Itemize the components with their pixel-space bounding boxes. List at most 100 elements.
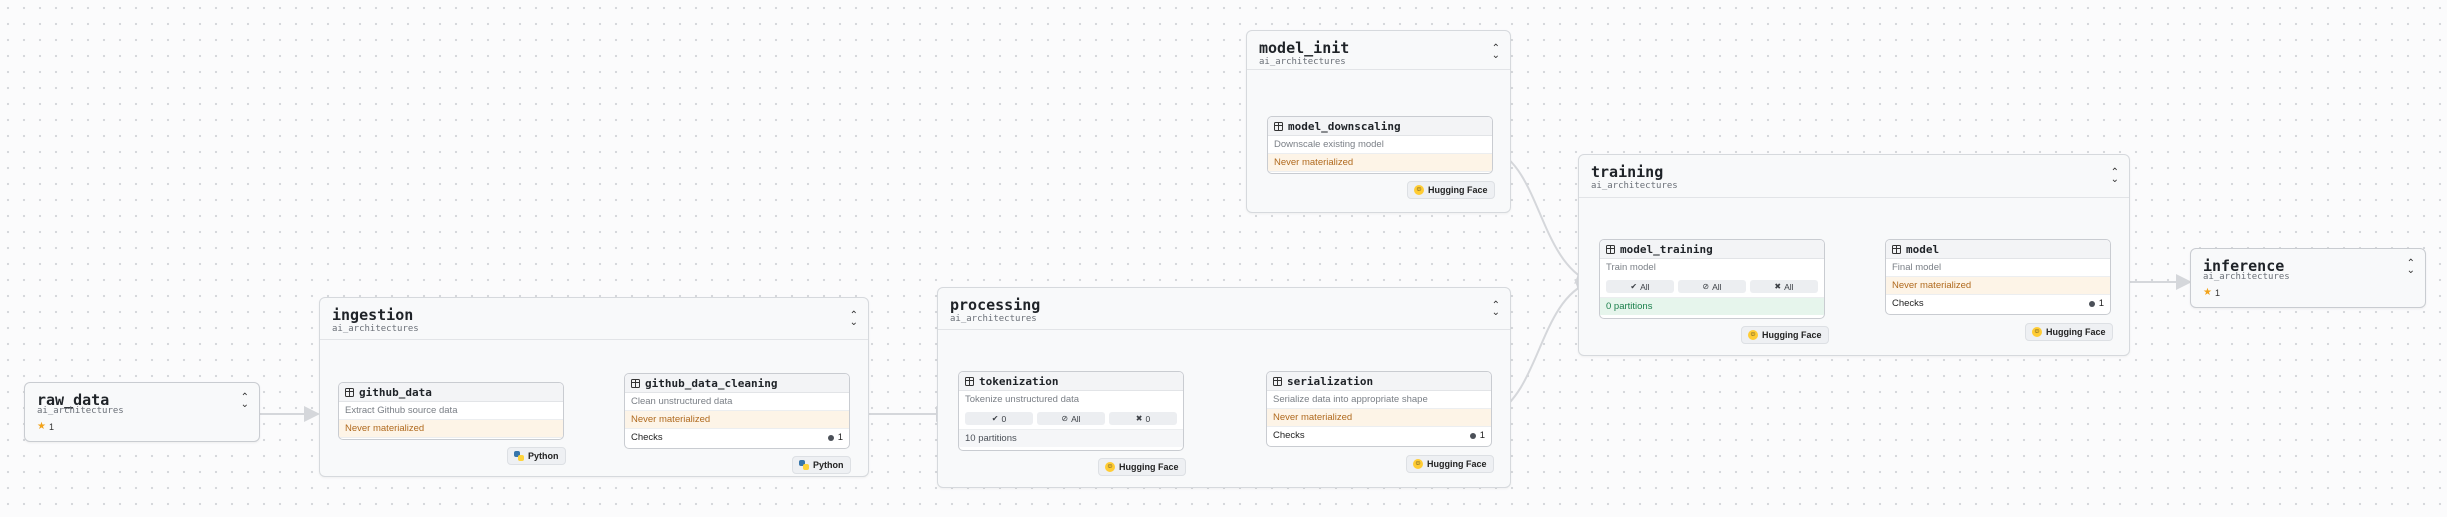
check-status-icon <box>1469 432 1476 439</box>
asset-status: Never materialized <box>339 420 563 438</box>
check-circle-icon: ✔ <box>991 414 999 423</box>
group-training[interactable]: training ai_architectures ⌃ ⌄ model_train… <box>1578 154 2130 356</box>
compute-kind-tag: ☺ Hugging Face <box>1741 326 1829 344</box>
hugging-face-icon: ☺ <box>1748 330 1758 340</box>
asset-header: github_data_cleaning <box>625 374 849 393</box>
stat-materialized[interactable]: ✔ 0 <box>965 412 1033 425</box>
compute-kind-tag: ☺ Hugging Face <box>2025 323 2113 341</box>
group-header: processing ai_architectures ⌃ ⌄ <box>938 288 1510 330</box>
hugging-face-icon: ☺ <box>1414 185 1424 195</box>
compute-kind-tag: Python <box>507 447 566 465</box>
asset-header: model_downscaling <box>1268 117 1492 136</box>
table-icon <box>1274 121 1283 131</box>
asset-description: Tokenize unstructured data <box>965 394 1080 405</box>
group-processing[interactable]: processing ai_architectures ⌃ ⌄ tokenizat… <box>937 287 1511 488</box>
python-icon <box>799 460 809 470</box>
group-header: training ai_architectures ⌃ ⌄ <box>1579 155 2129 198</box>
star-icon: ★ <box>2203 287 2212 298</box>
asset-name: model_training <box>1620 242 1713 256</box>
stat-failed[interactable]: ✖ All <box>1750 280 1818 293</box>
group-model-init[interactable]: model_init ai_architectures ⌃ ⌄ model_dow… <box>1246 30 1511 213</box>
asset-description: Serialize data into appropriate shape <box>1267 391 1491 409</box>
table-icon <box>1892 244 1901 254</box>
star-icon: ★ <box>37 421 46 432</box>
asset-github-data-cleaning[interactable]: github_data_cleaning Clean unstructured … <box>624 373 850 449</box>
hugging-face-icon: ☺ <box>1413 459 1423 469</box>
asset-status: Never materialized <box>1886 277 2110 295</box>
asset-model[interactable]: model Final model Never materialized Che… <box>1885 239 2111 315</box>
missing-icon: ⊘ <box>1061 414 1069 423</box>
group-subtitle: ai_architectures <box>332 324 419 334</box>
partition-stats: ✔ 0 ⊘ All ✖ 0 <box>959 408 1183 430</box>
expand-toggle-icon[interactable]: ⌃ ⌄ <box>241 393 249 410</box>
group-header: ingestion ai_architectures ⌃ ⌄ <box>320 298 868 340</box>
asset-github-data[interactable]: github_data Extract Github source data N… <box>338 382 564 440</box>
group-ingestion[interactable]: ingestion ai_architectures ⌃ ⌄ github_dat… <box>319 297 869 477</box>
table-icon <box>965 376 974 386</box>
asset-model-training[interactable]: model_training Train model ✔ All ⊘ All ✖ Al… <box>1599 239 1825 319</box>
compute-kind-tag: ☺ Hugging Face <box>1406 455 1494 473</box>
group-title: model_init <box>1259 39 1350 57</box>
asset-status: Never materialized <box>1268 154 1492 172</box>
group-header: model_init ai_architectures ⌃ ⌄ <box>1247 31 1510 70</box>
error-icon: ✖ <box>1135 414 1143 423</box>
table-icon <box>1273 376 1282 386</box>
partitions-count: 10 partitions <box>959 430 1183 447</box>
table-icon <box>1606 244 1615 254</box>
asset-status: Never materialized <box>625 411 849 429</box>
hugging-face-icon: ☺ <box>1105 462 1115 472</box>
asset-header: model_training <box>1600 240 1824 259</box>
asset-checks[interactable]: Checks 1 <box>1267 427 1491 444</box>
asset-header: model <box>1886 240 2110 259</box>
table-icon <box>345 387 354 397</box>
collapse-toggle-icon[interactable]: ⌃ ⌄ <box>1492 301 1500 318</box>
asset-name: model_downscaling <box>1288 119 1401 133</box>
asset-description: Final model <box>1886 259 2110 277</box>
collapse-toggle-icon[interactable]: ⌃ ⌄ <box>1492 44 1500 61</box>
partition-stats: ✔ All ⊘ All ✖ All <box>1600 276 1824 298</box>
asset-description: Train model <box>1606 262 1656 273</box>
asset-checks[interactable]: Checks 1 <box>1886 295 2110 312</box>
materialized-badge: ★ 1 <box>2203 287 2220 298</box>
asset-header: tokenization <box>959 372 1183 391</box>
collapse-toggle-icon[interactable]: ⌃ ⌄ <box>850 311 858 328</box>
asset-description: Clean unstructured data <box>625 393 849 411</box>
group-title: processing <box>950 296 1041 314</box>
compute-kind-tag: Python <box>792 456 851 474</box>
asset-tokenization[interactable]: tokenization Tokenize unstructured data … <box>958 371 1184 451</box>
error-icon: ✖ <box>1774 282 1782 291</box>
python-icon <box>514 451 524 461</box>
materialized-badge: ★ 1 <box>37 421 54 432</box>
badge-count: 1 <box>2214 287 2220 298</box>
asset-description: Extract Github source data <box>339 402 563 420</box>
missing-icon: ⊘ <box>1702 282 1710 291</box>
stat-materialized[interactable]: ✔ All <box>1606 280 1674 293</box>
stat-missing[interactable]: ⊘ All <box>1678 280 1746 293</box>
stat-missing[interactable]: ⊘ All <box>1037 412 1105 425</box>
raw-data-node[interactable]: raw_data ai_architectures ⌃ ⌄ ★ 1 <box>24 382 260 442</box>
asset-header: github_data <box>339 383 563 402</box>
partitions-count: 0 partitions <box>1600 298 1824 315</box>
group-subtitle: ai_architectures <box>950 314 1037 324</box>
check-status-icon <box>827 434 834 441</box>
asset-name: model <box>1906 242 1940 256</box>
check-status-icon <box>2088 300 2095 307</box>
node-subtitle: ai_architectures <box>37 406 124 416</box>
compute-kind-tag: ☺ Hugging Face <box>1407 181 1495 199</box>
group-title: ingestion <box>332 306 414 324</box>
group-title: training <box>1591 163 1664 181</box>
asset-checks[interactable]: Checks 1 <box>625 429 849 446</box>
asset-name: github_data_cleaning <box>645 376 778 390</box>
stat-failed[interactable]: ✖ 0 <box>1109 412 1177 425</box>
asset-model-downscaling[interactable]: model_downscaling Downscale existing mod… <box>1267 116 1493 174</box>
badge-count: 1 <box>48 421 54 432</box>
expand-toggle-icon[interactable]: ⌃ ⌄ <box>2407 259 2415 276</box>
inference-node[interactable]: inference ai_architectures ⌃ ⌄ ★ 1 <box>2190 248 2426 308</box>
check-circle-icon: ✔ <box>1630 282 1638 291</box>
group-subtitle: ai_architectures <box>1591 181 1678 191</box>
asset-serialization[interactable]: serialization Serialize data into approp… <box>1266 371 1492 447</box>
group-subtitle: ai_architectures <box>1259 57 1346 67</box>
hugging-face-icon: ☺ <box>2032 327 2042 337</box>
collapse-toggle-icon[interactable]: ⌃ ⌄ <box>2111 168 2119 185</box>
asset-name: tokenization <box>979 374 1059 388</box>
